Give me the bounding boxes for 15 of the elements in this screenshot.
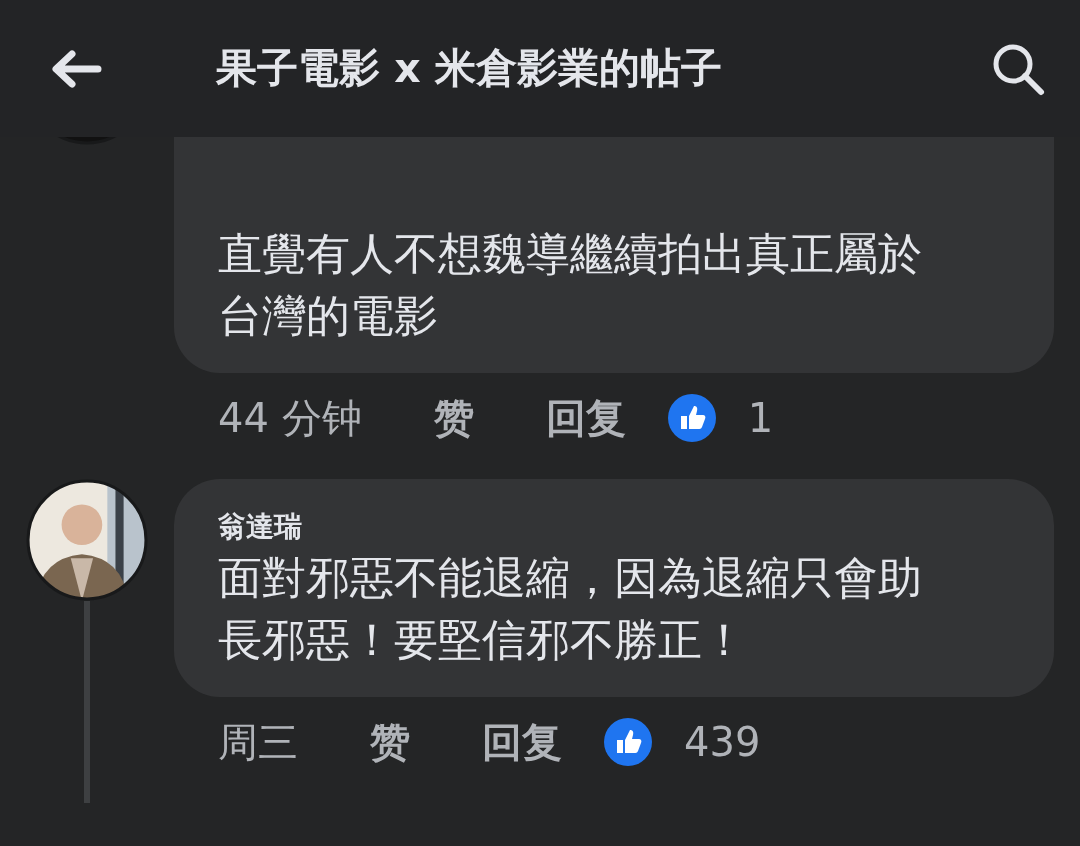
reaction-count: 439: [684, 719, 761, 765]
timestamp: 周三: [218, 717, 298, 767]
author-name[interactable]: 翁達瑞: [218, 507, 1010, 547]
like-button[interactable]: 赞: [433, 390, 474, 446]
reply-button[interactable]: 回复: [482, 714, 562, 770]
back-icon[interactable]: [50, 48, 102, 89]
comment-text: 直覺有人不想魏導繼續拍出真正屬於台灣的電影: [218, 227, 923, 343]
thumbs-up-icon: [604, 718, 652, 766]
thumbs-up-icon: [667, 394, 716, 442]
page-title: 果子電影 x 米倉影業的帖子: [216, 43, 723, 94]
reaction-count: 1: [747, 395, 774, 441]
reply-button[interactable]: 回复: [545, 390, 626, 446]
comment-text: 面對邪惡不能退縮，因為退縮只會助長邪惡！要堅信邪不勝正！: [218, 551, 923, 667]
like-button[interactable]: 赞: [370, 714, 410, 770]
timestamp: 44 分钟: [218, 393, 362, 443]
